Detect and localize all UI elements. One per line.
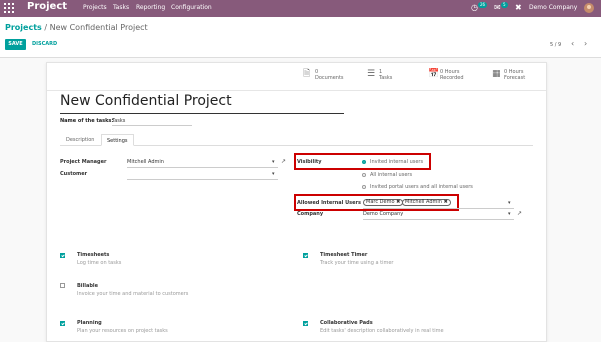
top-navbar: Project Projects Tasks Reporting Configu… bbox=[0, 0, 601, 17]
debug-tools-icon[interactable]: ✖ bbox=[515, 3, 522, 12]
tasks-label: Tasks bbox=[379, 75, 393, 81]
tab-description[interactable]: Description bbox=[61, 134, 99, 146]
breadcrumb-separator: / bbox=[41, 23, 50, 32]
pager-value[interactable]: 5 / 9 bbox=[550, 42, 561, 48]
form-sheet: 🗎 0 Documents ☰ 1 Tasks 📅 0 Hours Record… bbox=[46, 62, 547, 342]
timesheet-timer-checkbox[interactable] bbox=[303, 253, 308, 258]
menu-configuration[interactable]: Configuration bbox=[171, 4, 212, 11]
visibility-radio-invited-internal[interactable] bbox=[362, 160, 366, 164]
company-field[interactable]: Demo Company bbox=[363, 211, 403, 217]
breadcrumb-current: New Confidential Project bbox=[49, 23, 148, 32]
billable-title: Billable bbox=[77, 283, 99, 289]
breadcrumb-projects-link[interactable]: Projects bbox=[5, 23, 42, 32]
company-switcher[interactable]: Demo Company bbox=[529, 4, 577, 11]
menu-projects[interactable]: Projects bbox=[83, 4, 107, 11]
visibility-option-all-internal[interactable]: All internal users bbox=[370, 172, 412, 178]
apps-menu-icon[interactable] bbox=[4, 3, 14, 13]
save-button[interactable]: SAVE bbox=[5, 39, 26, 50]
visibility-option-invited-internal[interactable]: Invited internal users bbox=[370, 159, 423, 165]
planning-description: Plan your resources on project tasks bbox=[77, 328, 168, 334]
name-tasks-input[interactable]: Tasks bbox=[112, 118, 125, 124]
allowed-users-underline bbox=[363, 208, 514, 209]
messages-chat-icon[interactable]: ✉ bbox=[494, 3, 501, 12]
project-manager-underline bbox=[127, 167, 278, 168]
tab-settings[interactable]: Settings bbox=[101, 134, 134, 146]
calendar-icon: 📅 bbox=[428, 69, 440, 79]
allowed-users-dropdown-icon[interactable]: ▾ bbox=[508, 200, 511, 206]
billable-description: Invoice your time and material to custom… bbox=[77, 291, 189, 297]
app-brand[interactable]: Project bbox=[27, 1, 67, 12]
project-manager-dropdown-icon[interactable]: ▾ bbox=[272, 159, 275, 165]
control-panel: Projects / New Confidential Project SAVE… bbox=[0, 17, 601, 58]
form-tabs: Description Settings bbox=[60, 134, 533, 146]
allowed-users-tags: Marc Demo ✖ Mitchell Admin ✖ bbox=[363, 199, 513, 207]
activity-clock-icon[interactable]: ◷ bbox=[471, 3, 478, 12]
documents-label: Documents bbox=[315, 75, 344, 81]
timesheet-timer-title: Timesheet Timer bbox=[320, 252, 368, 258]
customer-label: Customer bbox=[60, 171, 88, 177]
name-tasks-label: Name of the tasks: bbox=[60, 118, 114, 124]
project-manager-external-link-icon[interactable]: ↗ bbox=[281, 158, 286, 165]
company-label: Company bbox=[297, 211, 324, 217]
visibility-label: Visibility bbox=[297, 159, 322, 165]
visibility-radio-portal-and-internal[interactable] bbox=[362, 185, 366, 189]
remove-tag-icon[interactable]: ✖ bbox=[444, 199, 448, 205]
project-manager-label: Project Manager bbox=[60, 159, 107, 165]
collaborative-pads-description: Edit tasks' description collaboratively … bbox=[320, 328, 444, 334]
timesheets-description: Log time on tasks bbox=[77, 260, 122, 266]
timesheets-checkbox[interactable] bbox=[60, 253, 65, 258]
collaborative-pads-title: Collaborative Pads bbox=[320, 320, 373, 326]
messages-badge: 5 bbox=[501, 2, 508, 8]
project-title-input[interactable]: New Confidential Project bbox=[60, 93, 232, 109]
collaborative-pads-checkbox[interactable] bbox=[303, 321, 308, 326]
recorded-label: Recorded bbox=[440, 75, 464, 81]
company-external-link-icon[interactable]: ↗ bbox=[517, 210, 522, 217]
planning-checkbox[interactable] bbox=[60, 321, 65, 326]
forecast-label: Forecast bbox=[504, 75, 526, 81]
pager-next-icon[interactable]: › bbox=[584, 39, 587, 48]
user-avatar[interactable] bbox=[584, 3, 594, 13]
tag-marc-demo[interactable]: Marc Demo ✖ bbox=[363, 199, 404, 206]
company-underline bbox=[363, 219, 514, 220]
tasks-icon: ☰ bbox=[367, 69, 376, 79]
forecast-icon: ▦ bbox=[492, 69, 501, 79]
visibility-option-portal-and-internal[interactable]: Invited portal users and all internal us… bbox=[370, 184, 473, 190]
title-underline bbox=[60, 113, 344, 114]
activity-badge: 26 bbox=[478, 2, 488, 8]
project-manager-field[interactable]: Mitchell Admin bbox=[127, 159, 164, 165]
allowed-internal-users-label: Allowed Internal Users bbox=[297, 200, 361, 206]
remove-tag-icon[interactable]: ✖ bbox=[396, 199, 400, 205]
tag-mitchell-admin-label: Mitchell Admin bbox=[405, 199, 442, 205]
customer-dropdown-icon[interactable]: ▾ bbox=[272, 171, 275, 177]
timesheet-timer-description: Track your time using a timer bbox=[320, 260, 394, 266]
menu-reporting[interactable]: Reporting bbox=[136, 4, 165, 11]
timesheets-title: Timesheets bbox=[77, 252, 110, 258]
tag-marc-demo-label: Marc Demo bbox=[366, 199, 395, 205]
tag-mitchell-admin[interactable]: Mitchell Admin ✖ bbox=[402, 199, 451, 206]
discard-button[interactable]: DISCARD bbox=[32, 41, 57, 47]
customer-underline bbox=[127, 179, 278, 180]
visibility-radio-all-internal[interactable] bbox=[362, 173, 366, 177]
menu-tasks[interactable]: Tasks bbox=[113, 4, 129, 11]
name-tasks-underline bbox=[112, 125, 192, 126]
stat-divider bbox=[47, 90, 546, 91]
company-dropdown-icon[interactable]: ▾ bbox=[508, 211, 511, 217]
breadcrumb: Projects / New Confidential Project bbox=[5, 23, 148, 32]
file-icon: 🗎 bbox=[303, 69, 311, 79]
planning-title: Planning bbox=[77, 320, 102, 326]
billable-checkbox[interactable] bbox=[60, 283, 65, 288]
pager-previous-icon[interactable]: ‹ bbox=[571, 39, 574, 48]
